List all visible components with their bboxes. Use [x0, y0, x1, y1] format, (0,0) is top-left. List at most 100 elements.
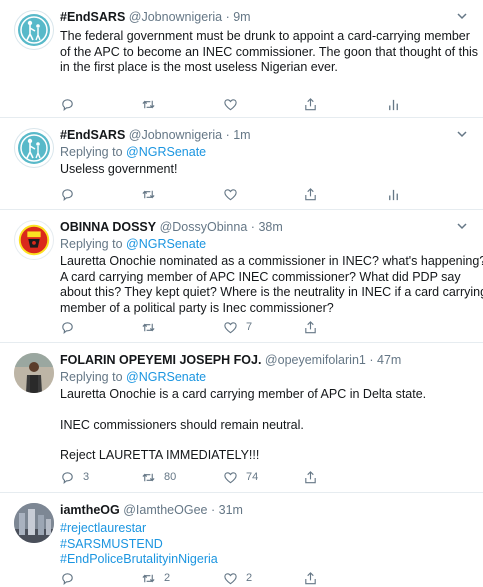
- retweet-icon: [142, 100, 155, 108]
- tweet-header: #EndSARS @Jobnownigeria · 9m: [60, 9, 469, 26]
- tweet-actions: 2 2: [60, 569, 420, 587]
- share-icon: [305, 187, 316, 200]
- timestamp[interactable]: 9m: [233, 10, 250, 24]
- user-handle[interactable]: @Jobnownigeria: [129, 10, 222, 24]
- retweet-icon: [142, 473, 155, 481]
- avatar[interactable]: [14, 128, 54, 168]
- reply-button[interactable]: [60, 318, 75, 336]
- timestamp[interactable]: 38m: [258, 220, 282, 234]
- tweet[interactable]: #EndSARS @Jobnownigeria · 9m The federal…: [0, 0, 483, 118]
- share-button[interactable]: [303, 468, 318, 486]
- like-count: 2: [246, 572, 253, 584]
- display-name[interactable]: #EndSARS: [60, 10, 125, 24]
- endsars-logo-icon: [18, 14, 50, 46]
- heart-icon: [224, 98, 237, 110]
- reply-button[interactable]: [60, 185, 75, 203]
- chevron-down-icon[interactable]: [455, 9, 469, 23]
- separator: ·: [250, 220, 255, 234]
- mention-link[interactable]: @NGRSenate: [126, 237, 206, 251]
- reply-button[interactable]: 3: [60, 468, 89, 486]
- display-name[interactable]: iamtheOG: [60, 503, 120, 517]
- avatar[interactable]: [14, 503, 54, 543]
- like-button[interactable]: [223, 95, 238, 113]
- share-icon: [305, 571, 316, 584]
- retweet-icon: [142, 323, 155, 331]
- person-photo-icon: [14, 353, 54, 393]
- hashtag-link[interactable]: #EndPoliceBrutalityinNigeria: [60, 552, 469, 568]
- retweet-button[interactable]: 80: [141, 468, 176, 486]
- share-button[interactable]: [303, 569, 318, 587]
- avatar[interactable]: [14, 353, 54, 393]
- retweet-button[interactable]: [141, 318, 156, 336]
- separator: ·: [225, 128, 230, 142]
- timestamp[interactable]: 31m: [219, 503, 243, 517]
- tweet[interactable]: OBINNA DOSSY @DossyObinna · 38m Replying…: [0, 210, 483, 343]
- tweet-header: OBINNA DOSSY @DossyObinna · 38m: [60, 219, 469, 236]
- display-name[interactable]: OBINNA DOSSY: [60, 220, 156, 234]
- replying-to: Replying to @NGRSenate: [60, 145, 207, 159]
- heart-icon: [224, 321, 237, 333]
- like-count: 74: [246, 471, 259, 483]
- share-button[interactable]: [303, 185, 318, 203]
- display-name[interactable]: FOLARIN OPEYEMI JOSEPH FOJ.: [60, 353, 261, 367]
- like-button[interactable]: 2: [223, 569, 252, 587]
- reply-icon: [62, 321, 73, 334]
- avatar[interactable]: [14, 10, 54, 50]
- hashtag-link[interactable]: #SARSMUSTEND: [60, 537, 469, 553]
- tweet-text: Lauretta Onochie is a card carrying memb…: [60, 387, 427, 462]
- analytics-button[interactable]: [386, 185, 401, 203]
- user-handle[interactable]: @Jobnownigeria: [129, 128, 222, 142]
- tweet-text: #rejectlaurestar #SARSMUSTEND #EndPolice…: [60, 521, 469, 568]
- tweet-actions: [60, 95, 420, 113]
- reply-button[interactable]: [60, 569, 75, 587]
- chevron-down-icon[interactable]: [455, 127, 469, 141]
- timestamp[interactable]: 1m: [233, 128, 250, 142]
- separator: ·: [225, 10, 230, 24]
- reply-button[interactable]: [60, 95, 75, 113]
- user-handle[interactable]: @IamtheOGee: [123, 503, 207, 517]
- analytics-button[interactable]: [386, 95, 401, 113]
- endsars-logo-icon: [18, 132, 50, 164]
- separator: ·: [210, 503, 216, 517]
- chevron-down-icon[interactable]: [455, 219, 469, 233]
- man-utd-crest-icon: [18, 224, 50, 256]
- tweet-text: The federal government must be drunk to …: [60, 29, 479, 74]
- retweet-icon: [142, 190, 155, 198]
- tweet[interactable]: FOLARIN OPEYEMI JOSEPH FOJ. @opeyemifola…: [0, 343, 483, 493]
- hashtag-link[interactable]: #rejectlaurestar: [60, 521, 469, 537]
- reply-icon: [62, 471, 73, 484]
- city-photo-icon: [14, 503, 54, 543]
- tweet[interactable]: #EndSARS @Jobnownigeria · 1m Replying to…: [0, 118, 483, 210]
- reply-icon: [62, 98, 73, 111]
- bar-chart-icon: [389, 99, 398, 110]
- avatar[interactable]: [14, 220, 54, 260]
- retweet-button[interactable]: 2: [141, 569, 170, 587]
- mention-link[interactable]: @NGRSenate: [126, 370, 206, 384]
- tweet-header: FOLARIN OPEYEMI JOSEPH FOJ. @opeyemifola…: [60, 352, 469, 369]
- display-name[interactable]: #EndSARS: [60, 128, 125, 142]
- mention-link[interactable]: @NGRSenate: [126, 145, 206, 159]
- reply-icon: [62, 188, 73, 201]
- share-button[interactable]: [303, 95, 318, 113]
- share-icon: [305, 97, 316, 110]
- like-count: 7: [246, 321, 253, 333]
- user-handle[interactable]: @opeyemifolarin1: [265, 353, 366, 367]
- replying-to: Replying to @NGRSenate: [60, 370, 207, 384]
- like-button[interactable]: 74: [223, 468, 258, 486]
- tweet[interactable]: iamtheOG @IamtheOGee · 31m #rejectlaures…: [0, 493, 483, 587]
- share-button[interactable]: [303, 318, 318, 336]
- heart-icon: [224, 188, 237, 200]
- tweet-header: iamtheOG @IamtheOGee · 31m: [60, 502, 469, 519]
- tweet-text: Lauretta Onochie nominated as a commissi…: [60, 254, 483, 315]
- retweet-button[interactable]: [141, 95, 156, 113]
- retweet-icon: [142, 574, 155, 582]
- user-handle[interactable]: @DossyObinna: [160, 220, 248, 234]
- replying-to: Replying to @NGRSenate: [60, 237, 207, 251]
- like-button[interactable]: 7: [223, 318, 252, 336]
- retweet-button[interactable]: [141, 185, 156, 203]
- tweet-header: #EndSARS @Jobnownigeria · 1m: [60, 127, 469, 144]
- like-button[interactable]: [223, 185, 238, 203]
- timestamp[interactable]: 47m: [377, 353, 401, 367]
- tweet-actions: [60, 185, 420, 203]
- retweet-count: 80: [164, 471, 177, 483]
